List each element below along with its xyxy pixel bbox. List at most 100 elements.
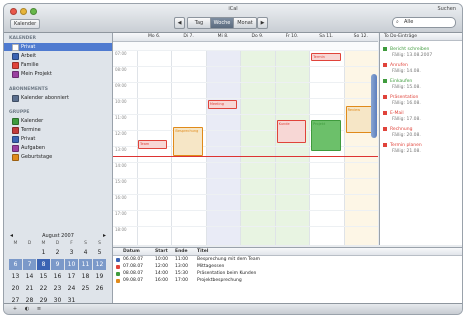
todo-title: Einkaufen (390, 79, 413, 84)
column-title[interactable]: Titel (197, 248, 208, 255)
calendar-event[interactable]: Termin (311, 53, 341, 62)
tab-day[interactable]: Tag (188, 18, 210, 28)
mini-day[interactable]: 26 (93, 283, 106, 294)
mini-day[interactable]: 7 (23, 259, 36, 270)
calendar-checkbox-icon[interactable] (12, 136, 19, 143)
mini-day[interactable]: 13 (9, 271, 22, 282)
calendars-button[interactable]: Kalender (10, 19, 41, 29)
calendar-checkbox-icon[interactable] (12, 53, 19, 60)
add-calendar-button[interactable]: + (10, 306, 20, 313)
mini-prev-month-icon[interactable]: ◂ (10, 232, 13, 240)
todo-checkbox-icon[interactable] (383, 79, 387, 83)
day-column-header[interactable]: Mo 6. (137, 33, 171, 41)
group-calendar-item[interactable]: Geburtstage (4, 153, 112, 161)
calendar-event[interactable]: Besprechung (173, 126, 203, 156)
mini-day[interactable]: 17 (65, 271, 78, 282)
day-column[interactable] (205, 50, 241, 245)
column-start[interactable]: Start (155, 248, 168, 255)
mini-day[interactable]: 8 (37, 259, 50, 270)
time-label: 11:00 (115, 115, 127, 120)
calendar-checkbox-icon[interactable] (12, 118, 19, 125)
mini-day[interactable]: 25 (79, 283, 92, 294)
group-calendar-item[interactable]: Privat (4, 135, 112, 143)
todo-title: Bericht schreiben (390, 47, 430, 52)
mini-day[interactable]: 20 (9, 283, 22, 294)
mini-day[interactable]: 21 (23, 283, 36, 294)
day-column-header[interactable]: Mi 8. (206, 33, 240, 41)
day-column-header[interactable]: So 12. (344, 33, 378, 41)
column-end[interactable]: Ende (175, 248, 188, 255)
calendar-item[interactable]: Arbeit (4, 52, 112, 60)
todo-checkbox-icon[interactable] (383, 143, 387, 147)
mini-day[interactable]: 6 (9, 259, 22, 270)
subscription-item[interactable]: Kalender abonniert (4, 94, 112, 102)
event-list-start: 10:00 (155, 257, 168, 262)
mini-day[interactable]: 11 (79, 259, 92, 270)
todo-checkbox-icon[interactable] (383, 127, 387, 131)
mini-day[interactable]: 5 (93, 247, 106, 258)
mini-next-month-icon[interactable]: ▸ (103, 232, 106, 240)
calendar-checkbox-icon[interactable] (12, 62, 19, 69)
day-column-header[interactable]: Fr 10. (275, 33, 309, 41)
todo-checkbox-icon[interactable] (383, 111, 387, 115)
mini-day[interactable]: 10 (65, 259, 78, 270)
calendar-checkbox-icon[interactable] (12, 95, 19, 102)
group-calendar-item[interactable]: Kalender (4, 117, 112, 125)
event-list-row[interactable]: 09.08.07 16:00 17:00 Projektbesprechung (113, 278, 462, 284)
calendar-checkbox-icon[interactable] (12, 71, 19, 78)
calendar-item[interactable]: Familie (4, 61, 112, 69)
calendar-event[interactable]: Team (138, 139, 168, 150)
calendar-item[interactable]: Privat (4, 43, 112, 51)
event-list-row[interactable]: 06.08.07 10:00 11:00 Besprechung mit dem Te… (113, 257, 462, 263)
todo-title: Termin planen (390, 143, 422, 148)
day-column[interactable] (240, 50, 275, 245)
mini-day[interactable]: 23 (51, 283, 64, 294)
calendar-checkbox-icon[interactable] (12, 127, 19, 134)
mini-day[interactable]: 12 (93, 259, 106, 270)
day-column[interactable] (274, 50, 310, 245)
calendar-checkbox-icon[interactable] (12, 154, 19, 161)
day-column-header[interactable]: Do 9. (240, 33, 274, 41)
calendar-event[interactable]: Meeting (207, 99, 238, 110)
column-date[interactable]: Datum (123, 248, 140, 255)
show-info-button[interactable]: ◐ (22, 306, 32, 313)
mini-day[interactable]: 2 (51, 247, 64, 258)
mini-day[interactable]: 14 (23, 271, 36, 282)
mini-day[interactable]: 22 (37, 283, 50, 294)
calendar-event[interactable]: Projekt (311, 120, 341, 151)
list-view-button[interactable]: ≡ (34, 306, 44, 313)
time-label: 14:00 (115, 163, 127, 168)
mini-day[interactable]: 1 (37, 247, 50, 258)
week-scrollbar[interactable] (371, 74, 377, 138)
event-list-end: 13:00 (175, 264, 188, 269)
tab-month[interactable]: Monat (233, 18, 256, 28)
todo-checkbox-icon[interactable] (383, 63, 387, 67)
mini-day[interactable]: 18 (79, 271, 92, 282)
mini-day[interactable]: 19 (93, 271, 106, 282)
day-column-header[interactable]: Sa 11. (309, 33, 343, 41)
mini-day[interactable]: 3 (65, 247, 78, 258)
next-week-button[interactable]: ▶ (257, 17, 268, 29)
hour-line (113, 114, 378, 115)
prev-week-button[interactable]: ◀ (174, 17, 185, 29)
calendar-checkbox-icon[interactable] (12, 44, 19, 51)
group-calendar-item[interactable]: Termine (4, 126, 112, 134)
calendar-event[interactable]: Kunde (276, 120, 307, 143)
event-list-row[interactable]: 07.08.07 12:00 13:00 Mittagessen (113, 264, 462, 270)
search-input[interactable]: ⌕ Alle (392, 17, 456, 28)
todo-checkbox-icon[interactable] (383, 95, 387, 99)
todo-checkbox-icon[interactable] (383, 47, 387, 51)
time-label: 10:00 (115, 99, 127, 104)
mini-day[interactable]: 16 (51, 271, 64, 282)
event-list-row[interactable]: 08.08.07 14:00 15:30 Präsentation beim Kund… (113, 271, 462, 277)
tab-week[interactable]: Woche (210, 18, 233, 28)
mini-calendar-month: August 2007 (42, 233, 74, 239)
calendar-item[interactable]: Mein Projekt (4, 70, 112, 78)
mini-day[interactable]: 4 (79, 247, 92, 258)
mini-day[interactable]: 15 (37, 271, 50, 282)
day-column-header[interactable]: Di 7. (171, 33, 205, 41)
group-calendar-item[interactable]: Aufgaben (4, 144, 112, 152)
mini-day[interactable]: 9 (51, 259, 64, 270)
calendar-checkbox-icon[interactable] (12, 145, 19, 152)
mini-day[interactable]: 24 (65, 283, 78, 294)
